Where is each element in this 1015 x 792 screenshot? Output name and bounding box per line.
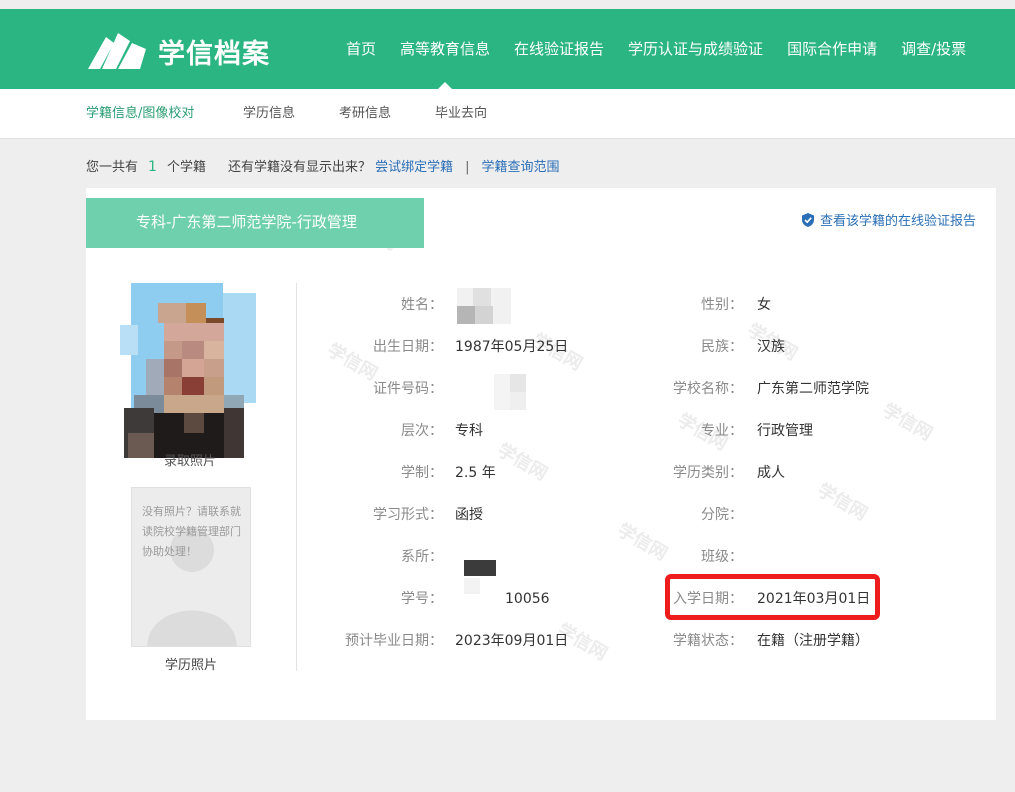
field-label: 出生日期： <box>373 339 443 355</box>
no-photo-message: 没有照片？请联系就读院校学籍管理部门协助处理！ <box>142 505 241 558</box>
value-branch <box>757 504 957 526</box>
field-label: 预计毕业日期： <box>345 633 443 649</box>
value-birth-date: 1987年05月25日 <box>455 339 569 355</box>
field-label: 层次： <box>401 423 443 439</box>
value-gender: 女 <box>757 297 771 313</box>
redacted-department <box>464 560 496 578</box>
view-verification-report-link[interactable]: 查看该学籍的在线验证报告 <box>801 210 976 229</box>
field-level: 层次： <box>286 420 443 442</box>
record-title-banner: 专科-广东第二师范学院-行政管理 <box>86 198 424 248</box>
nav-item-international[interactable]: 国际合作申请 <box>787 9 877 89</box>
nav-item-online-verification[interactable]: 在线验证报告 <box>514 9 604 89</box>
value-enrollment-status: 在籍（注册学籍） <box>757 633 869 649</box>
field-label: 学制： <box>401 465 443 481</box>
admission-photo <box>120 283 256 458</box>
nav-item-higher-education[interactable]: 高等教育信息 <box>400 9 490 89</box>
field-department: 系所： <box>286 546 443 568</box>
tab-enrollment-info[interactable]: 学籍信息/图像校对 <box>86 89 194 139</box>
shield-icon <box>801 212 814 227</box>
verification-report-label: 查看该学籍的在线验证报告 <box>819 214 976 229</box>
field-id-number: 证件号码： <box>286 378 443 400</box>
value-school-name: 广东第二师范学院 <box>757 381 869 397</box>
field-ethnicity: 民族： <box>701 339 743 355</box>
logo[interactable]: 学信档案 <box>86 31 270 71</box>
degree-photo-caption: 学历照片 <box>164 658 217 673</box>
field-class: 班级： <box>701 549 743 565</box>
summary-separator: | <box>465 160 470 175</box>
redacted-student-id-prefix <box>464 578 480 594</box>
field-major: 专业： <box>701 423 743 439</box>
field-label: 系所： <box>401 549 443 565</box>
field-gender: 性别： <box>701 297 743 313</box>
field-school-name: 学校名称： <box>673 381 743 397</box>
field-branch: 分院： <box>701 507 743 523</box>
nav-item-home[interactable]: 首页 <box>346 9 376 89</box>
sub-nav: 学籍信息/图像校对 学历信息 考研信息 毕业去向 <box>0 89 1015 139</box>
nav-item-survey[interactable]: 调查/投票 <box>901 9 966 89</box>
field-birth-date: 出生日期： <box>286 336 443 358</box>
enrollment-record-card: 学信网 学信网 学信网 学信网 学信网 学信网 学信网 学信网 学信网 学信网 … <box>86 188 996 720</box>
bind-enrollment-link[interactable]: 尝试绑定学籍 <box>375 160 453 175</box>
field-study-mode: 学习形式： <box>286 504 443 526</box>
main-nav: 首页 高等教育信息 在线验证报告 学历认证与成绩验证 国际合作申请 调查/投票 <box>346 9 990 89</box>
value-student-id: 10056 <box>505 591 550 607</box>
nav-item-degree-authentication[interactable]: 学历认证与成绩验证 <box>628 9 763 89</box>
enrollment-date-highlight <box>665 574 880 620</box>
summary-suffix: 个学籍 <box>166 160 206 175</box>
value-duration: 2.5 年 <box>455 465 496 481</box>
field-expected-graduation: 预计毕业日期： <box>286 630 443 652</box>
logo-text: 学信档案 <box>158 38 270 70</box>
field-degree-category: 学历类别： <box>673 465 743 481</box>
summary-question: 还有学籍没有显示出来？ <box>227 160 371 175</box>
value-ethnicity: 汉族 <box>757 339 785 355</box>
query-scope-link[interactable]: 学籍查询范围 <box>482 160 560 175</box>
logo-icon <box>86 31 148 71</box>
field-label: 证件号码： <box>373 381 443 397</box>
tab-graduation-destination[interactable]: 毕业去向 <box>435 89 487 139</box>
field-label: 学习形式： <box>373 507 443 523</box>
value-level: 专科 <box>455 423 483 439</box>
top-nav-bar: 学信档案 首页 高等教育信息 在线验证报告 学历认证与成绩验证 国际合作申请 调… <box>0 9 1015 89</box>
value-class <box>757 546 957 568</box>
field-label: 学号： <box>401 591 443 607</box>
value-study-mode: 函授 <box>455 507 483 523</box>
field-label: 姓名： <box>401 297 443 313</box>
value-major: 行政管理 <box>757 423 813 439</box>
redacted-name <box>457 288 511 324</box>
degree-photo-placeholder: 没有照片？请联系就读院校学籍管理部门协助处理！ <box>131 487 251 647</box>
enrollment-count: 1 <box>148 159 157 175</box>
value-degree-category: 成人 <box>757 465 785 481</box>
redacted-id-number <box>494 374 526 410</box>
field-enrollment-status: 学籍状态： <box>673 633 743 649</box>
field-name: 姓名： <box>286 294 443 316</box>
summary-prefix: 您一共有 <box>86 160 139 175</box>
tab-degree-info[interactable]: 学历信息 <box>243 89 295 139</box>
admission-photo-caption: 录取照片 <box>163 454 216 469</box>
value-expected-graduation: 2023年09月01日 <box>455 633 569 649</box>
enrollment-summary: 您一共有 1 个学籍 还有学籍没有显示出来？ 尝试绑定学籍 | 学籍查询范围 <box>86 156 560 178</box>
tab-postgraduate-exam[interactable]: 考研信息 <box>339 89 391 139</box>
field-student-id: 学号： <box>286 588 443 610</box>
field-duration: 学制： <box>286 462 443 484</box>
